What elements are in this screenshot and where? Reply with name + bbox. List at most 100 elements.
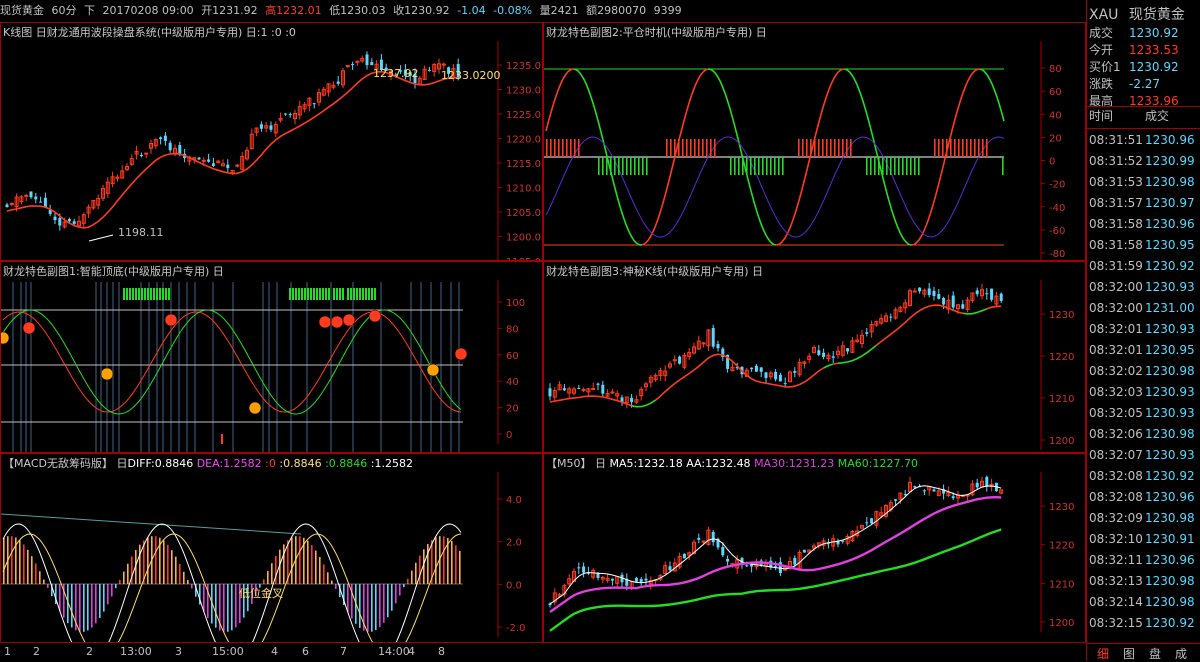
top-signal-bar [316,288,318,300]
top-signal-bar [156,288,158,300]
sub1-chart[interactable]: 100 80 60 40 20 0 [1,262,543,453]
trade-row: 08:32:01 1230.95 [1087,341,1200,360]
axis-label: 1210.0 [506,184,541,195]
top-signal-bar [144,288,146,300]
top-signal-bar [371,288,373,300]
period[interactable]: 60分 [52,4,77,17]
trade-row: 08:32:00 1230.93 [1087,278,1200,297]
macd-histogram-bar [459,550,461,584]
signal-bar [814,139,816,157]
top-signal-bar [301,288,303,300]
symbol-name[interactable]: 现货黄金 [0,4,44,17]
quote-tab-button[interactable]: 成 [1173,646,1189,662]
macd-chart[interactable]: 4.0 2.0 0.0 -2.0 低位金叉 [1,454,543,643]
trade-row: 08:32:00 1231.00 [1087,299,1200,318]
ma-title-row: 【M50】 日 MA5:1232.18 AA:1232.48 MA30:1231… [546,455,918,471]
sub3-panel[interactable]: 1230 1220 1210 1200 财龙特色副图3:神秘K线(中级版用户专用) 日 [543,261,1086,453]
quote-symbol: XAU [1089,7,1119,23]
top-bottom-red [2,311,462,413]
sub3-chart[interactable]: 1230 1220 1210 1200 [544,262,1086,453]
ma-title: 【M50】 日 [546,457,606,470]
time-axis-label: 8 [438,645,445,658]
trade-time: 08:32:15 [1089,616,1143,630]
candle-body [870,518,874,524]
quote-tab-button[interactable]: 图 [1121,646,1137,662]
trade-price: 1230.98 [1145,175,1195,189]
signal-bar [626,157,628,175]
kline-panel[interactable]: 1235.0 1230.0 1225.0 1220.0 1215.0 1210.0 1205… [0,22,543,261]
signal-bar [978,139,980,157]
macd-panel[interactable]: 4.0 2.0 0.0 -2.0 低位金叉 【MACD无敌筹码版】 日DIFF:0.88… [0,453,543,643]
trade-time: 08:31:59 [1089,259,1143,273]
quote-row-label: 买价1 [1089,60,1121,74]
trend-line [549,395,632,407]
sub1-panel[interactable]: 100 80 60 40 20 0 财龙特色副图1:智能顶底(中级版用户专用) 日 [0,261,543,453]
high-marker-label: 1237.92 [373,67,419,80]
aa-value: AA:1232.48 [686,457,751,470]
macd-histogram-bar [407,578,409,584]
macd-histogram-bar [391,584,393,611]
axis-label: 1205.0 [506,208,541,219]
smiley-icon [1,331,10,345]
kline-ma-red [6,70,459,229]
macd-histogram-bar [39,571,41,584]
candle-body [913,486,917,488]
candle-body [163,135,167,141]
quote-tab-button[interactable]: 细 [1095,646,1111,662]
axis-label: 1220 [1049,541,1074,552]
candle-body [750,367,754,370]
macd-histogram-bar [139,544,141,584]
trade-row: 08:31:59 1230.92 [1087,257,1200,276]
macd-histogram-bar [183,571,185,584]
ma-panel[interactable]: 1230 1220 1210 1200 【M50】 日 MA5:1232.18 AA:… [543,453,1086,643]
quote-tab-button[interactable]: 盘 [1147,646,1163,662]
low-marker-label: 1198.11 [118,226,164,239]
macd-histogram-bar [83,584,85,632]
time-axis-label: 4 [408,645,415,658]
candle-body [207,159,211,162]
candle-body [630,397,634,403]
smiley-icon [454,347,468,361]
signal-bar [886,157,888,175]
top-signal-bar [129,288,131,300]
candle-body [355,60,360,63]
kline-chart[interactable]: 1235.0 1230.0 1225.0 1220.0 1215.0 1210.0 1205… [1,23,543,261]
signal-bar [898,157,900,175]
macd-histogram-bar [223,584,225,632]
mode[interactable]: 下 [84,4,95,17]
oscillator-segment [979,68,1005,122]
top-signal-bar [307,288,309,300]
candle-body [53,216,57,221]
candle-body [918,287,922,292]
candle-body [67,219,71,222]
top-signal-bar [298,288,300,300]
datetime: 20170208 09:00 [102,4,194,17]
trade-time: 08:31:52 [1089,154,1143,168]
axis-label: 1230.0 [506,86,541,97]
signal-bar [882,157,884,175]
axis-label: -40 [1049,203,1065,214]
top-signal-bar [126,288,128,300]
macd-histogram-bar [307,540,309,584]
trade-row: 08:32:10 1230.91 [1087,530,1200,549]
signal-bar [606,157,608,175]
signal-bar [758,157,760,175]
sub2-chart[interactable]: 80 60 40 20 0 -20 -40 -60 -80 [544,23,1086,261]
macd-histogram-bar [367,584,369,632]
axis-label: 1200 [1049,436,1074,447]
quote-row-value: 1230.92 [1129,26,1179,40]
macd-histogram-bar [419,555,421,584]
ma-chart[interactable]: 1230 1220 1210 1200 [544,454,1086,643]
signal-bar [770,157,772,175]
extra-value: 9399 [653,4,682,17]
open-value: 开1231.92 [201,4,258,17]
top-signal-bar [359,288,361,300]
sub2-panel[interactable]: 80 60 40 20 0 -20 -40 -60 -80 财龙特色副图2:平仓时机(中级版用户… [543,22,1086,261]
macd-histogram-bar [59,584,61,612]
trade-price: 1230.97 [1145,196,1195,210]
top-signal-bar [328,288,330,300]
trade-price: 1230.98 [1145,427,1195,441]
trade-row: 08:31:58 1230.96 [1087,215,1200,234]
axis-label: 20 [506,404,519,415]
quote-name: 现货黄金 [1128,7,1185,23]
